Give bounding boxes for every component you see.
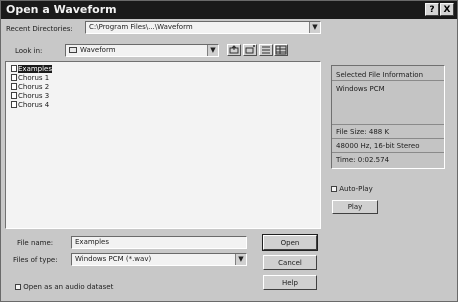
file-icon	[11, 92, 17, 99]
cancel-button[interactable]: Cancel	[263, 255, 317, 270]
file-name-value: Examples	[75, 238, 110, 246]
file-icon	[11, 101, 17, 108]
divider	[332, 152, 444, 153]
recent-directories-value: C:\Program Files\...\Waveform	[89, 23, 193, 31]
divider	[332, 124, 444, 125]
file-list[interactable]: Examples Chorus 1 Chorus 2 Chorus 3 Chor…	[5, 61, 321, 229]
chevron-down-icon[interactable]: ▼	[207, 45, 218, 56]
open-waveform-dialog: Open a Waveform ? X Recent Directories: …	[0, 0, 458, 302]
open-button[interactable]: Open	[262, 234, 318, 251]
list-view-icon[interactable]	[259, 44, 273, 56]
file-size: File Size: 488 K	[336, 128, 390, 136]
divider	[332, 138, 444, 139]
help-button[interactable]: Help	[263, 275, 317, 290]
list-item[interactable]: Chorus 2	[11, 83, 49, 91]
recent-directories-label: Recent Directories:	[6, 25, 73, 33]
new-folder-icon[interactable]	[243, 44, 257, 56]
file-name-label: File name:	[17, 239, 54, 247]
list-item[interactable]: Chorus 3	[11, 92, 49, 100]
look-in-value: Waveform	[80, 46, 116, 54]
open-audio-checkbox[interactable]	[15, 284, 21, 290]
list-item[interactable]: Chorus 1	[11, 74, 49, 82]
list-item[interactable]: Examples	[11, 65, 53, 73]
recent-directories-combo[interactable]: C:\Program Files\...\Waveform ▼	[85, 21, 321, 34]
chevron-down-icon[interactable]: ▼	[309, 22, 320, 33]
file-info-panel: Selected File Information Windows PCM Fi…	[331, 65, 445, 169]
close-icon[interactable]: X	[440, 3, 454, 16]
open-audio-label: Open as an audio dataset	[23, 283, 114, 291]
look-in-label: Look in:	[15, 47, 43, 55]
file-icon	[11, 74, 17, 81]
chevron-down-icon[interactable]: ▼	[235, 254, 246, 265]
details-view-icon[interactable]	[274, 44, 288, 56]
file-name-input[interactable]: Examples	[71, 236, 247, 249]
folder-icon	[69, 47, 77, 53]
file-format: Windows PCM	[336, 85, 385, 93]
play-button[interactable]: Play	[332, 200, 378, 214]
open-audio-option[interactable]: Open as an audio dataset	[15, 283, 113, 291]
up-folder-icon[interactable]	[227, 44, 241, 56]
file-icon	[11, 83, 17, 90]
sample-info: 48000 Hz, 16-bit Stereo	[336, 142, 420, 150]
file-icon	[11, 65, 17, 72]
dialog-title: Open a Waveform	[6, 3, 117, 16]
file-type-select[interactable]: Windows PCM (*.wav) ▼	[71, 253, 247, 266]
help-icon[interactable]: ?	[425, 3, 439, 16]
auto-play-label: Auto-Play	[339, 185, 373, 193]
file-duration: Time: 0:02.574	[336, 156, 390, 164]
list-item[interactable]: Chorus 4	[11, 101, 49, 109]
file-type-value: Windows PCM (*.wav)	[75, 255, 152, 263]
auto-play-option[interactable]: Auto-Play	[331, 185, 373, 193]
divider	[332, 80, 444, 81]
file-type-label: Files of type:	[13, 256, 58, 264]
file-info-header: Selected File Information	[336, 71, 424, 79]
look-in-combo[interactable]: Waveform ▼	[65, 44, 219, 57]
auto-play-checkbox[interactable]	[331, 186, 337, 192]
title-bar: Open a Waveform ? X	[1, 1, 457, 19]
